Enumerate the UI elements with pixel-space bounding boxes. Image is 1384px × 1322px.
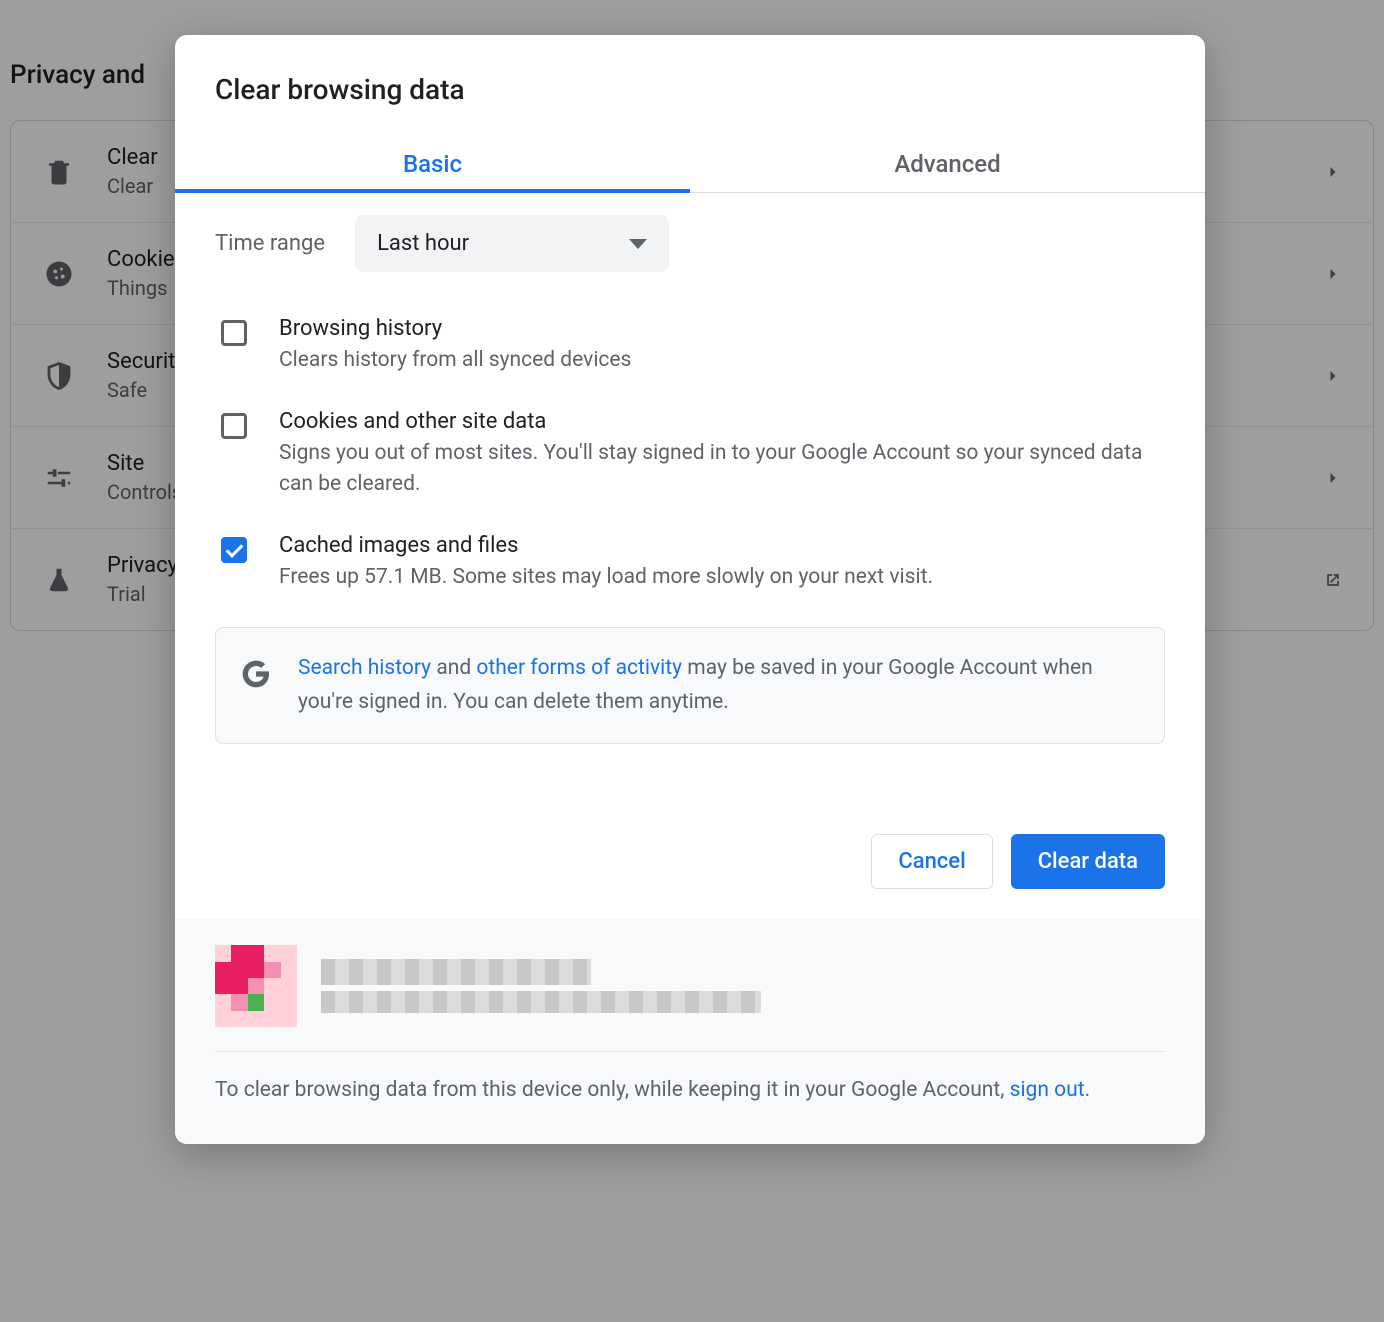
footer-text: To clear browsing data from this device … [215, 1074, 1165, 1108]
dialog-footer: To clear browsing data from this device … [175, 919, 1205, 1144]
clear-browsing-data-dialog: Clear browsing data Basic Advanced Time … [175, 35, 1205, 1144]
option-cache[interactable]: Cached images and files Frees up 57.1 MB… [215, 517, 1165, 610]
option-cookies[interactable]: Cookies and other site data Signs you ou… [215, 393, 1165, 517]
info-text: Search history and other forms of activi… [298, 652, 1140, 719]
option-title: Cached images and files [279, 533, 1165, 558]
time-range-label: Time range [215, 231, 325, 256]
checkbox-cache[interactable] [221, 537, 247, 563]
option-desc: Frees up 57.1 MB. Some sites may load mo… [279, 562, 1165, 594]
signed-in-profile [215, 945, 1165, 1052]
cancel-button[interactable]: Cancel [871, 834, 992, 889]
tab-basic[interactable]: Basic [175, 136, 690, 192]
option-desc: Signs you out of most sites. You'll stay… [279, 438, 1165, 501]
dialog-title: Clear browsing data [175, 35, 1205, 136]
sign-out-link[interactable]: sign out [1010, 1078, 1085, 1102]
search-history-link[interactable]: Search history [298, 656, 431, 680]
dialog-actions: Cancel Clear data [175, 774, 1205, 919]
option-title: Cookies and other site data [279, 409, 1165, 434]
time-range-select[interactable]: Last hour [355, 215, 669, 272]
other-activity-link[interactable]: other forms of activity [476, 656, 682, 680]
option-title: Browsing history [279, 316, 1165, 341]
google-account-info: Search history and other forms of activi… [215, 627, 1165, 744]
google-icon [240, 658, 272, 690]
clear-data-button[interactable]: Clear data [1011, 834, 1165, 889]
option-browsing-history[interactable]: Browsing history Clears history from all… [215, 300, 1165, 393]
chevron-down-icon [629, 239, 647, 249]
time-range-value: Last hour [377, 231, 469, 256]
checkbox-browsing-history[interactable] [221, 320, 247, 346]
dialog-tabs: Basic Advanced [175, 136, 1205, 193]
checkbox-cookies[interactable] [221, 413, 247, 439]
redacted-profile-info [321, 959, 761, 1013]
tab-advanced[interactable]: Advanced [690, 136, 1205, 192]
option-desc: Clears history from all synced devices [279, 345, 1165, 377]
avatar [215, 945, 297, 1027]
